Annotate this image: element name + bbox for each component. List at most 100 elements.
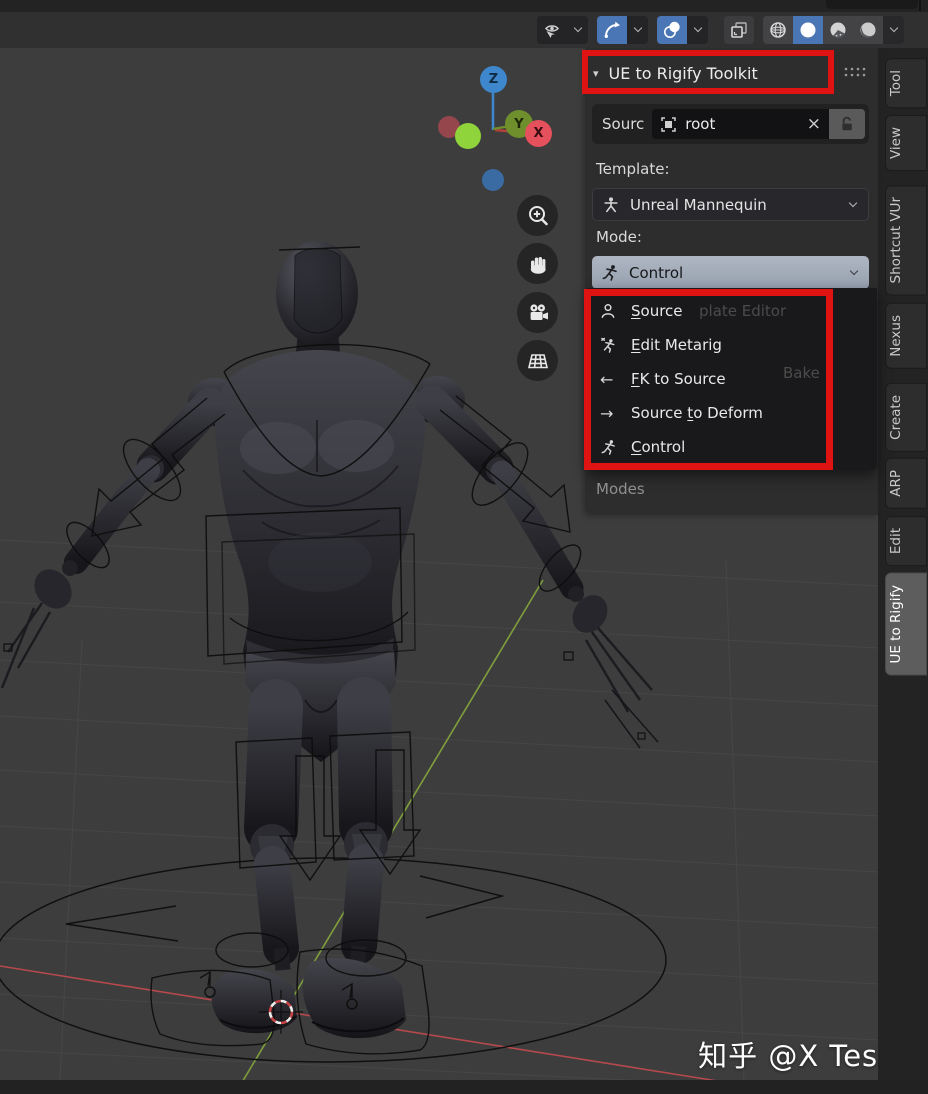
tab-shortcut-vur[interactable]: Shortcut VUr bbox=[885, 185, 927, 295]
source-field-label: Sourc bbox=[602, 115, 644, 133]
toggle-xray-button[interactable] bbox=[724, 16, 754, 44]
object-data-icon bbox=[660, 116, 677, 133]
shading-material-button[interactable] bbox=[823, 16, 853, 44]
menu-item-label: Edit Metarig bbox=[631, 336, 722, 354]
visibility-group bbox=[537, 16, 588, 44]
panel-title: UE to Rigify Toolkit bbox=[609, 64, 758, 83]
panel-header[interactable]: ▾ UE to Rigify Toolkit bbox=[585, 54, 878, 92]
gizmo-y-label: Y bbox=[514, 117, 523, 132]
sidebar-tab-strip: Tool View Shortcut VUr Nexus Create ARP … bbox=[878, 48, 928, 1080]
clear-source-icon[interactable]: × bbox=[807, 116, 821, 133]
menu-item-control[interactable]: Control bbox=[587, 430, 877, 464]
template-label: Template: bbox=[596, 160, 670, 178]
shading-rendered-button[interactable] bbox=[853, 16, 883, 44]
show-gizmos-toggle[interactable] bbox=[597, 16, 627, 44]
arrow-right-icon: → bbox=[600, 404, 624, 423]
top-corner-element bbox=[826, 0, 918, 9]
camera-view-button[interactable] bbox=[517, 292, 558, 333]
tab-tool[interactable]: Tool bbox=[885, 58, 927, 108]
template-value: Unreal Mannequin bbox=[630, 196, 850, 214]
tab-create[interactable]: Create bbox=[885, 383, 927, 452]
mode-label: Mode: bbox=[596, 228, 642, 246]
nav-gizmo-neg-y-axis[interactable] bbox=[455, 123, 481, 149]
tab-arp[interactable]: ARP bbox=[885, 458, 927, 509]
orthographic-toggle-button[interactable] bbox=[517, 340, 558, 381]
gizmos-group bbox=[597, 16, 648, 44]
floor-grid bbox=[0, 540, 878, 1092]
panel-collapse-icon[interactable]: ▾ bbox=[593, 67, 599, 80]
tab-edit[interactable]: Edit bbox=[885, 516, 927, 566]
source-object-name: root bbox=[685, 115, 798, 133]
top-strip bbox=[0, 0, 928, 12]
show-overlays-toggle[interactable] bbox=[657, 16, 687, 44]
solid-sphere-icon bbox=[798, 20, 818, 40]
visibility-dropdown[interactable] bbox=[567, 16, 588, 44]
tab-ue-to-rigify[interactable]: UE to Rigify bbox=[885, 573, 927, 676]
running-figure-icon bbox=[600, 439, 624, 456]
panel-grip-icon[interactable] bbox=[844, 66, 866, 78]
blender-viewport-screenshot: Z Y X 知乎 @X Tesla bbox=[0, 0, 928, 1094]
nav-gizmo-x-axis[interactable]: X bbox=[525, 120, 552, 147]
running-figure-icon bbox=[601, 264, 619, 282]
rendered-sphere-icon bbox=[858, 20, 878, 40]
source-object-row: Sourc root × bbox=[592, 104, 869, 144]
chevron-down-icon bbox=[850, 266, 858, 274]
visibility-button[interactable] bbox=[537, 16, 567, 44]
mode-dropdown-menu: plate Editor Bake Source bbox=[587, 288, 877, 470]
shading-mode-group bbox=[763, 16, 904, 44]
camera-icon bbox=[526, 301, 550, 325]
modes-footer-label: Modes bbox=[596, 480, 645, 498]
overlays-icon bbox=[662, 20, 682, 40]
menu-item-source-to-deform[interactable]: → Source to Deform bbox=[587, 396, 877, 430]
gizmo-x-label: X bbox=[533, 126, 543, 141]
menu-item-label: Control bbox=[631, 438, 685, 456]
top-corner-divider bbox=[919, 0, 921, 11]
menu-item-label: Source bbox=[631, 302, 683, 320]
menu-item-label: FK to Source bbox=[631, 370, 726, 388]
tab-nexus[interactable]: Nexus bbox=[885, 303, 927, 369]
shading-dropdown[interactable] bbox=[883, 16, 904, 44]
wireframe-sphere-icon bbox=[768, 20, 788, 40]
tab-view[interactable]: View bbox=[885, 115, 927, 171]
menu-item-fk-to-source[interactable]: ← FK to Source bbox=[587, 362, 877, 396]
zoom-button[interactable] bbox=[517, 195, 558, 236]
gizmo-icon bbox=[602, 20, 622, 40]
chevron-down-icon bbox=[573, 24, 581, 32]
overlays-group bbox=[657, 16, 708, 44]
unlock-icon bbox=[838, 115, 856, 133]
mode-dropdown[interactable]: Control bbox=[592, 256, 869, 289]
ue-to-rigify-panel: ▾ UE to Rigify Toolkit Sourc root × bbox=[585, 48, 878, 515]
shading-solid-button[interactable] bbox=[793, 16, 823, 44]
material-sphere-icon bbox=[828, 20, 848, 40]
overlays-dropdown[interactable] bbox=[687, 16, 708, 44]
mode-value: Control bbox=[629, 264, 851, 282]
shading-wireframe-button[interactable] bbox=[763, 16, 793, 44]
chevron-down-icon bbox=[633, 24, 641, 32]
viewport-header-bar bbox=[0, 12, 928, 48]
pan-hand-icon bbox=[526, 252, 550, 276]
zoom-icon bbox=[526, 204, 550, 228]
chevron-down-icon bbox=[693, 24, 701, 32]
chevron-down-icon bbox=[849, 198, 857, 206]
source-object-field[interactable]: root × bbox=[652, 109, 829, 139]
menu-item-label: Source to Deform bbox=[631, 404, 763, 422]
gizmos-dropdown[interactable] bbox=[627, 16, 648, 44]
menu-item-source[interactable]: Source bbox=[587, 294, 877, 328]
eye-cursor-icon bbox=[542, 21, 562, 40]
template-dropdown[interactable]: Unreal Mannequin bbox=[592, 188, 869, 221]
orthographic-grid-icon bbox=[526, 349, 550, 373]
mannequin-figure-icon bbox=[602, 196, 620, 214]
xray-icon bbox=[729, 20, 749, 40]
gizmo-z-label: Z bbox=[489, 72, 498, 87]
person-icon bbox=[600, 303, 624, 319]
nav-gizmo-z-axis[interactable]: Z bbox=[480, 66, 507, 93]
nav-gizmo-neg-z-axis[interactable] bbox=[482, 169, 504, 191]
pan-button[interactable] bbox=[517, 243, 558, 284]
zhihu-watermark: 知乎 @X Tesla bbox=[698, 1033, 906, 1075]
arrow-left-icon: ← bbox=[600, 370, 624, 389]
edit-figure-icon bbox=[600, 337, 624, 354]
chevron-down-icon bbox=[889, 24, 897, 32]
bottom-strip bbox=[0, 1080, 928, 1094]
fake-user-lock-button[interactable] bbox=[829, 109, 865, 139]
menu-item-edit-metarig[interactable]: Edit Metarig bbox=[587, 328, 877, 362]
